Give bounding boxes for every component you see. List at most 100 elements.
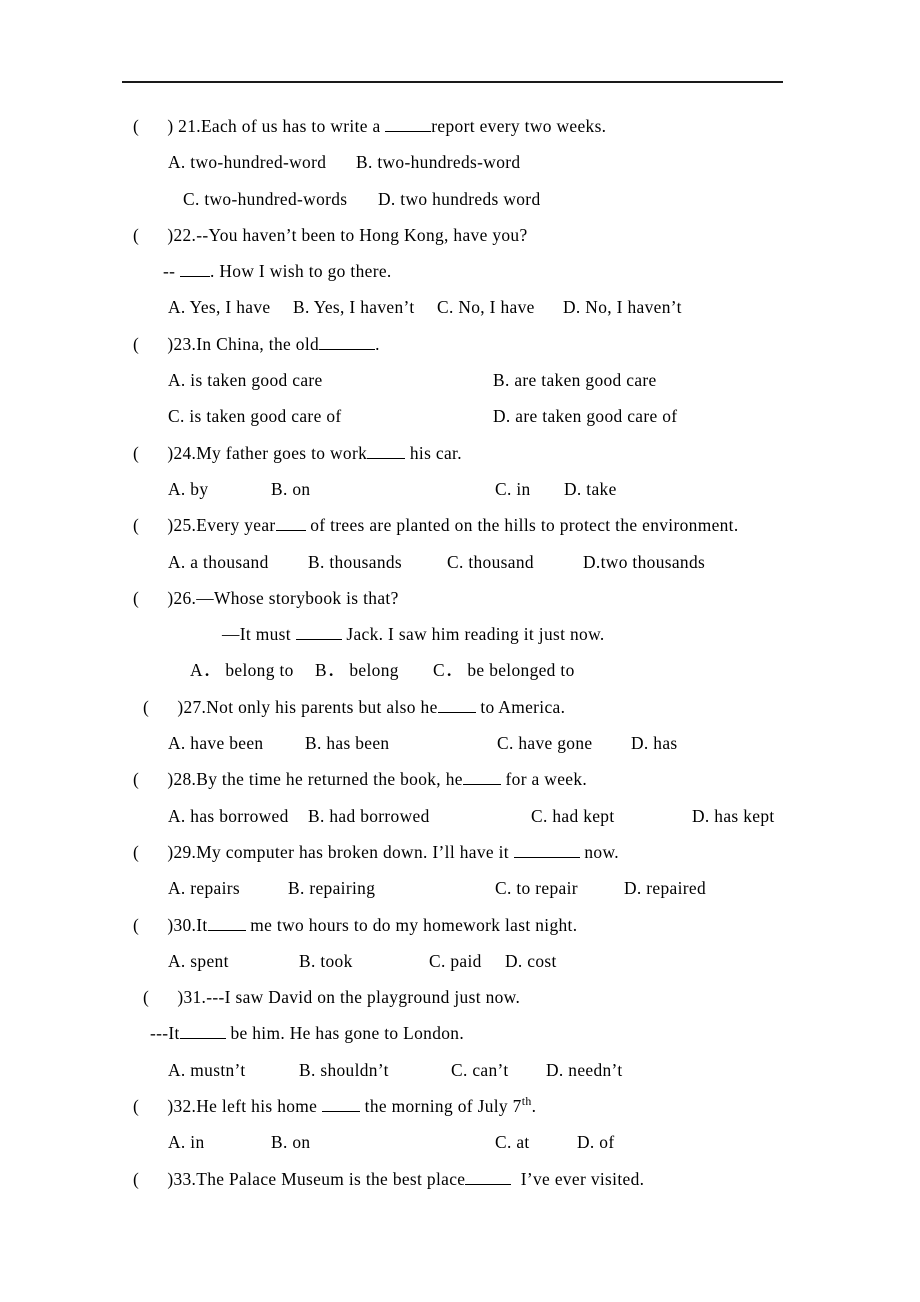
question-stem-32: ( )32.He left his home the morning of Ju… bbox=[0, 1088, 920, 1124]
question-block-25: ( )25.Every year of trees are planted on… bbox=[0, 507, 920, 580]
options-row-28: A. has borrowed B. had borrowed C. had kep… bbox=[0, 798, 920, 834]
stem-text-26: —Whose storybook is that? bbox=[196, 587, 399, 608]
option-31-d[interactable]: D. needn’t bbox=[546, 1052, 623, 1088]
option-22-d[interactable]: D. No, I haven’t bbox=[563, 289, 682, 325]
question-stem-33: ( )33.The Palace Museum is the best plac… bbox=[0, 1161, 920, 1197]
answer-paren-31[interactable]: ( )31. bbox=[143, 979, 206, 1015]
questions-container: ( ) 21.Each of us has to write a report … bbox=[0, 108, 920, 1197]
option-27-a[interactable]: A. have been bbox=[168, 725, 305, 761]
option-24-c[interactable]: C. in bbox=[495, 471, 564, 507]
option-25-c[interactable]: C. thousand bbox=[447, 544, 583, 580]
stem-text-33b: I’ve ever visited. bbox=[511, 1168, 645, 1189]
question-stem-24: ( )24.My father goes to work his car. bbox=[0, 435, 920, 471]
stem-text-30a: It bbox=[196, 914, 208, 935]
answer-paren-24[interactable]: ( )24. bbox=[133, 435, 196, 471]
answer-paren-27[interactable]: ( )27. bbox=[143, 689, 206, 725]
option-25-a[interactable]: A. a thousand bbox=[168, 544, 308, 580]
worksheet-page: ( ) 21.Each of us has to write a report … bbox=[0, 0, 920, 1302]
answer-paren-33[interactable]: ( )33. bbox=[133, 1161, 196, 1197]
option-30-a[interactable]: A. spent bbox=[168, 943, 299, 979]
stem-text-32b: the morning of July 7 bbox=[359, 1096, 522, 1117]
stem-text-26-reply-post: Jack. I saw him reading it just now. bbox=[341, 624, 605, 645]
option-23-b[interactable]: B. are taken good care bbox=[493, 362, 657, 398]
option-23-a[interactable]: A. is taken good care bbox=[168, 362, 493, 398]
answer-paren-26[interactable]: ( )26. bbox=[133, 580, 196, 616]
option-23-c[interactable]: C. is taken good care of bbox=[168, 398, 493, 434]
options-row-23-cd: C. is taken good care of D. are taken goo… bbox=[0, 398, 920, 434]
question-block-24: ( )24.My father goes to work his car. A.… bbox=[0, 435, 920, 508]
question-stem-30: ( )30.It me two hours to do my homework … bbox=[0, 907, 920, 943]
question-stem-22: ( )22.--You haven’t been to Hong Kong, h… bbox=[0, 217, 920, 253]
stem-text-24a: My father goes to work bbox=[196, 442, 368, 463]
options-row-21-cd: C. two-hundred-words D. two hundreds word bbox=[0, 181, 920, 217]
option-29-b[interactable]: B. repairing bbox=[288, 870, 495, 906]
answer-paren-32[interactable]: ( )32. bbox=[133, 1088, 196, 1124]
option-21-b[interactable]: B. two-hundreds-word bbox=[356, 144, 520, 180]
option-28-c[interactable]: C. had kept bbox=[531, 798, 692, 834]
options-row-24: A. by B. on C. in D. take bbox=[0, 471, 920, 507]
option-27-c[interactable]: C. have gone bbox=[497, 725, 631, 761]
stem-text-28b: for a week. bbox=[500, 769, 588, 790]
question-block-23: ( )23.In China, the old. A. is taken goo… bbox=[0, 326, 920, 435]
option-31-b[interactable]: B. shouldn’t bbox=[299, 1052, 451, 1088]
option-32-a[interactable]: A. in bbox=[168, 1124, 271, 1160]
question-block-22: ( )22.--You haven’t been to Hong Kong, h… bbox=[0, 217, 920, 326]
option-32-c[interactable]: C. at bbox=[495, 1124, 577, 1160]
stem-text-31-reply-pre: ---It bbox=[150, 1023, 180, 1044]
option-31-c[interactable]: C. can’t bbox=[451, 1052, 546, 1088]
stem-text-25b: of trees are planted on the hills to pro… bbox=[305, 515, 739, 536]
options-row-29: A. repairs B. repairing C. to repair D. rep… bbox=[0, 870, 920, 906]
option-32-b[interactable]: B. on bbox=[271, 1124, 495, 1160]
option-26-b[interactable]: B． belong bbox=[315, 652, 433, 688]
question-block-21: ( ) 21.Each of us has to write a report … bbox=[0, 108, 920, 217]
option-26-a[interactable]: A． belong to bbox=[190, 652, 315, 688]
option-30-d[interactable]: D. cost bbox=[505, 943, 557, 979]
stem-text-30b: me two hours to do my homework last nigh… bbox=[245, 914, 578, 935]
stem-text-22-reply-pre: -- bbox=[163, 261, 180, 282]
options-row-25: A. a thousand B. thousands C. thousand D.tw… bbox=[0, 544, 920, 580]
option-24-a[interactable]: A. by bbox=[168, 471, 271, 507]
answer-paren-21[interactable]: ( ) 21. bbox=[133, 108, 201, 144]
stem-text-31-reply-post: be him. He has gone to London. bbox=[225, 1023, 465, 1044]
option-22-b[interactable]: B. Yes, I haven’t bbox=[293, 289, 437, 325]
option-28-b[interactable]: B. had borrowed bbox=[308, 798, 531, 834]
option-23-d[interactable]: D. are taken good care of bbox=[493, 398, 677, 434]
option-21-a[interactable]: A. two-hundred-word bbox=[168, 144, 356, 180]
option-30-c[interactable]: C. paid bbox=[429, 943, 505, 979]
answer-blank-24 bbox=[367, 457, 406, 459]
option-29-c[interactable]: C. to repair bbox=[495, 870, 624, 906]
option-22-c[interactable]: C. No, I have bbox=[437, 289, 563, 325]
option-27-b[interactable]: B. has been bbox=[305, 725, 497, 761]
answer-paren-23[interactable]: ( )23. bbox=[133, 326, 196, 362]
option-21-c[interactable]: C. two-hundred-words bbox=[183, 181, 378, 217]
option-30-b[interactable]: B. took bbox=[299, 943, 429, 979]
option-29-a[interactable]: A. repairs bbox=[168, 870, 288, 906]
question-block-30: ( )30.It me two hours to do my homework … bbox=[0, 907, 920, 980]
option-31-a[interactable]: A. mustn’t bbox=[168, 1052, 299, 1088]
option-28-a[interactable]: A. has borrowed bbox=[168, 798, 308, 834]
option-28-d[interactable]: D. has kept bbox=[692, 798, 775, 834]
question-block-28: ( )28.By the time he returned the book, … bbox=[0, 761, 920, 834]
option-32-d[interactable]: D. of bbox=[577, 1124, 614, 1160]
question-stem-26-line2: —It must Jack. I saw him reading it just… bbox=[0, 616, 920, 652]
option-24-d[interactable]: D. take bbox=[564, 471, 617, 507]
question-stem-22-line2: -- . How I wish to go there. bbox=[0, 253, 920, 289]
question-stem-26: ( )26.—Whose storybook is that? bbox=[0, 580, 920, 616]
stem-text-33a: The Palace Museum is the best place bbox=[196, 1168, 466, 1189]
option-25-d[interactable]: D.two thousands bbox=[583, 544, 705, 580]
answer-paren-29[interactable]: ( )29. bbox=[133, 834, 196, 870]
option-29-d[interactable]: D. repaired bbox=[624, 870, 706, 906]
option-21-d[interactable]: D. two hundreds word bbox=[378, 181, 541, 217]
answer-blank-27 bbox=[437, 711, 476, 713]
stem-text-23a: In China, the old bbox=[196, 333, 320, 354]
option-22-a[interactable]: A. Yes, I have bbox=[168, 289, 293, 325]
answer-paren-22[interactable]: ( )22. bbox=[133, 217, 196, 253]
answer-paren-30[interactable]: ( )30. bbox=[133, 907, 196, 943]
option-27-d[interactable]: D. has bbox=[631, 725, 678, 761]
stem-text-24b: his car. bbox=[405, 442, 462, 463]
option-25-b[interactable]: B. thousands bbox=[308, 544, 447, 580]
answer-paren-25[interactable]: ( )25. bbox=[133, 507, 196, 543]
answer-paren-28[interactable]: ( )28. bbox=[133, 761, 196, 797]
option-24-b[interactable]: B. on bbox=[271, 471, 495, 507]
option-26-c[interactable]: C． be belonged to bbox=[433, 652, 575, 688]
